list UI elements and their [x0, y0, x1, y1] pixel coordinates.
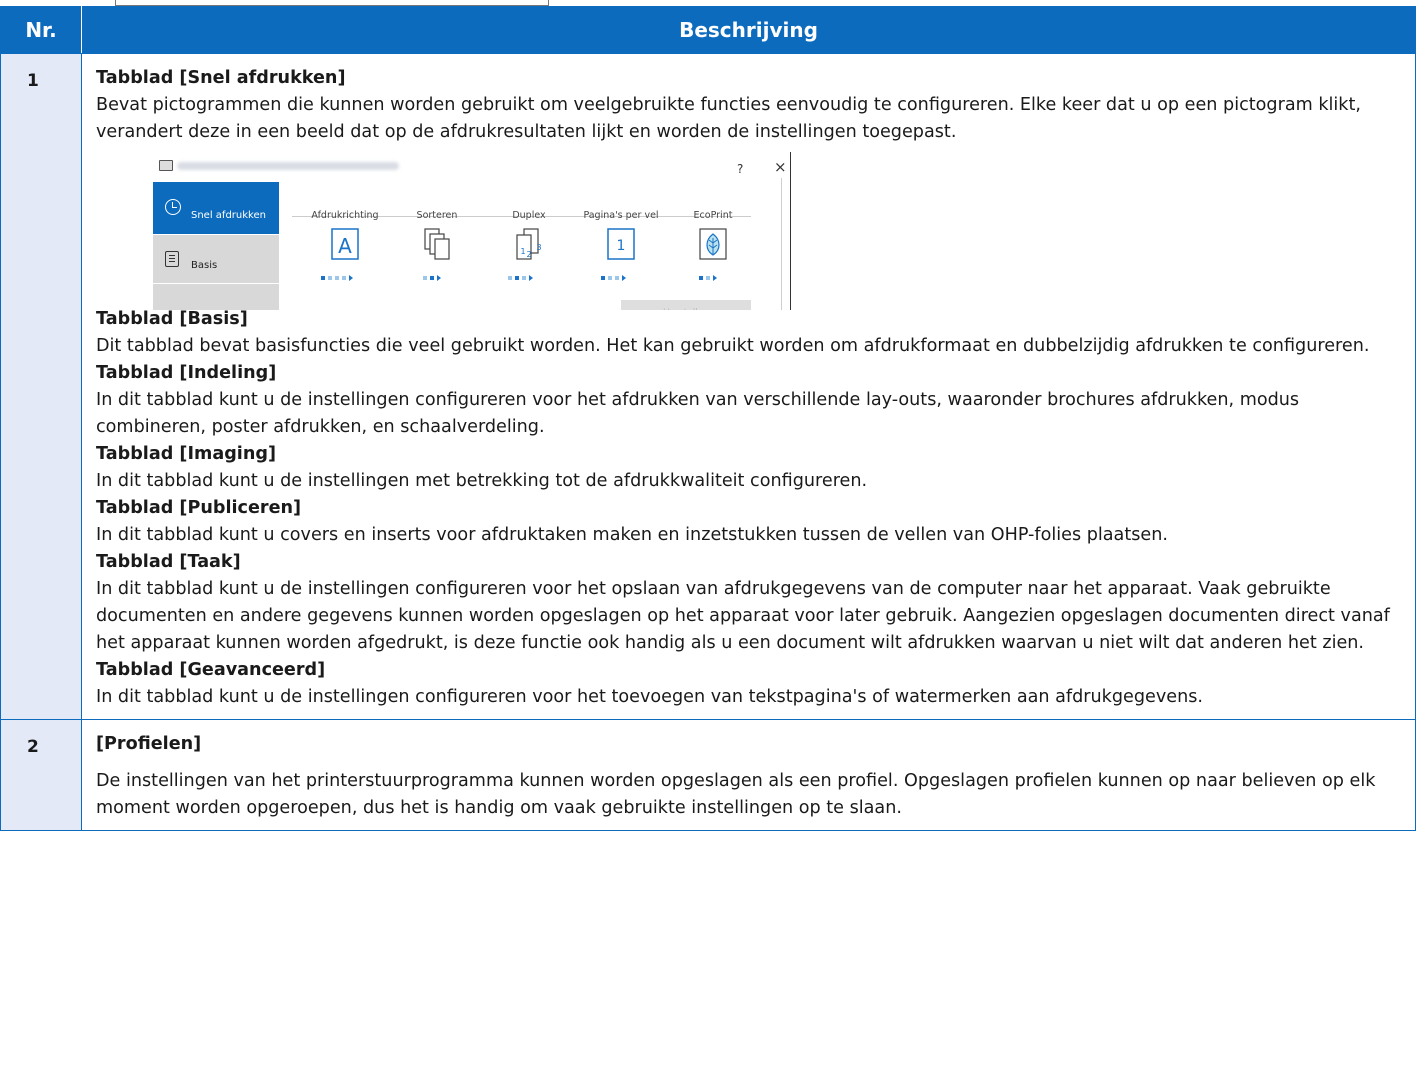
printer-dialog-screenshot: ? × Snel afdrukken Basis Afdrukrichting … [147, 152, 797, 310]
orientation-icon: A [331, 228, 359, 260]
pages-per-sheet-icon-glyph: 1 [617, 238, 626, 254]
blurred-dialog-title [177, 162, 399, 170]
ecoprint-option-indicator [699, 275, 717, 281]
section-heading: Tabblad [Taak] [96, 552, 241, 572]
help-icon: ? [737, 162, 744, 176]
row-number: 1 [0, 53, 82, 720]
feature-label-sort: Sorteren [416, 210, 458, 221]
duplex-page-number: 2 [526, 250, 531, 259]
section-heading: Tabblad [Indeling] [96, 363, 277, 383]
table-row: 1 Tabblad [Snel afdrukken] Bevat pictogr… [0, 53, 1416, 720]
document-icon [165, 251, 179, 267]
close-icon: × [774, 158, 787, 176]
description-table: Nr. Beschrijving 1 Tabblad [Snel afdrukk… [0, 6, 1416, 831]
section-text: In dit tabblad kunt u de instellingen co… [96, 687, 1203, 707]
collate-icon [424, 228, 450, 260]
table-row: 2 [Profielen] De instellingen van het pr… [0, 719, 1416, 831]
section-heading: Tabblad [Snel afdrukken] [96, 68, 346, 88]
dialog-scroll-edge [781, 178, 782, 310]
column-header-description: Beschrijving [81, 6, 1416, 54]
sort-option-indicator [423, 275, 441, 281]
pages-per-sheet-icon: 1 [607, 228, 635, 260]
duplex-icon: 1 2 3 [516, 228, 542, 260]
clock-icon [165, 199, 181, 215]
sidebar-item-next [153, 283, 279, 310]
section-text: In dit tabblad kunt u de instellingen co… [96, 390, 1300, 437]
section-text: De instellingen van het printerstuurprog… [96, 771, 1376, 818]
sidebar-item-label: Snel afdrukken [191, 210, 266, 221]
section-text: In dit tabblad kunt u de instellingen co… [96, 579, 1390, 653]
dialog-border [790, 152, 791, 310]
ecoprint-leaf-icon [699, 228, 727, 260]
section-heading: Tabblad [Publiceren] [96, 498, 302, 518]
section-text: Bevat pictogrammen die kunnen worden geb… [96, 95, 1361, 142]
feature-label-orientation: Afdrukrichting [311, 210, 379, 221]
section-text: In dit tabblad kunt u covers en inserts … [96, 525, 1168, 545]
reset-button: Herstellen [621, 300, 751, 310]
dialog-sidebar: Snel afdrukken Basis [153, 182, 279, 310]
sidebar-item-basis: Basis [153, 234, 279, 283]
duplex-page-number: 3 [536, 243, 541, 252]
orientation-icon-glyph: A [338, 234, 352, 258]
duplex-option-indicator [508, 275, 533, 281]
duplex-page-number: 1 [520, 247, 525, 256]
column-header-nr: Nr. [0, 6, 82, 54]
orientation-option-indicator [321, 275, 353, 281]
section-heading: Tabblad [Imaging] [96, 444, 276, 464]
section-text: In dit tabblad kunt u de instellingen me… [96, 471, 868, 491]
section-text: Dit tabblad bevat basisfuncties die veel… [96, 336, 1370, 356]
section-heading: [Profielen] [96, 734, 202, 754]
section-heading: Tabblad [Basis] [96, 309, 248, 329]
feature-label-duplex: Duplex [512, 210, 546, 221]
feature-label-ecoprint: EcoPrint [693, 210, 733, 221]
pages-per-sheet-option-indicator [601, 275, 626, 281]
section-heading: Tabblad [Geavanceerd] [96, 660, 326, 680]
dialog-titlebar: ? × [153, 154, 793, 176]
sidebar-item-label: Basis [191, 260, 218, 271]
printer-icon [159, 160, 173, 171]
feature-label-pages-per-sheet: Pagina's per vel [583, 210, 659, 221]
table-header-row: Nr. Beschrijving [0, 6, 1416, 54]
sidebar-item-snel-afdrukken: Snel afdrukken [153, 182, 279, 234]
row-number: 2 [0, 719, 82, 831]
row-description: [Profielen] De instellingen van het prin… [81, 719, 1416, 831]
row-description: Tabblad [Snel afdrukken] Bevat pictogram… [81, 53, 1416, 720]
